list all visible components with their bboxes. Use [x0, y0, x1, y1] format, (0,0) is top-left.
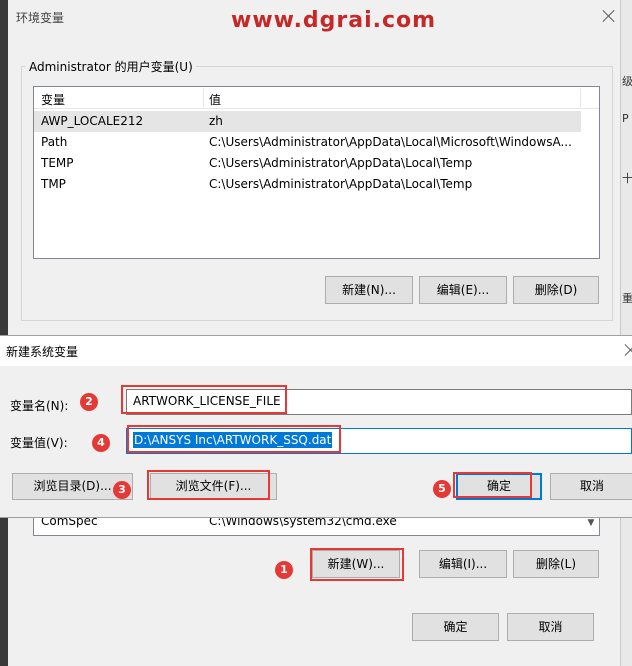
parent-window-edge	[620, 0, 632, 666]
env-cancel-button[interactable]: 取消	[507, 613, 594, 641]
highlight-box	[121, 385, 287, 414]
table-row[interactable]: TEMP C:\Users\Administrator\AppData\Loca…	[34, 153, 599, 174]
table-row[interactable]: AWP_LOCALE212 zh	[34, 111, 581, 132]
step-badge-1: 1	[275, 561, 293, 579]
user-vars-list-header: 变量 值	[34, 87, 599, 109]
highlight-box	[453, 472, 532, 498]
highlight-box	[127, 425, 341, 453]
column-header-value[interactable]: 值	[209, 91, 221, 108]
dialog-title: 新建系统变量	[6, 345, 79, 359]
side-text-1: 级	[622, 75, 632, 88]
env-ok-button[interactable]: 确定	[412, 613, 499, 641]
side-text-2: P	[622, 112, 629, 125]
row-value: C:\Users\Administrator\AppData\Local\Tem…	[209, 156, 473, 170]
row-name: AWP_LOCALE212	[41, 114, 144, 128]
user-new-button[interactable]: 新建(N)...	[325, 276, 413, 304]
column-separator	[203, 89, 204, 107]
close-icon[interactable]	[624, 343, 632, 357]
close-icon[interactable]	[602, 9, 616, 23]
column-separator	[580, 89, 581, 107]
row-name: TMP	[41, 177, 66, 191]
table-row[interactable]: Path C:\Users\Administrator\AppData\Loca…	[34, 132, 599, 153]
dialog-cancel-button[interactable]: 取消	[550, 473, 632, 500]
dialog-title-bar	[0, 336, 632, 366]
user-vars-group-label: Administrator 的用户变量(U)	[26, 58, 196, 75]
row-value: zh	[209, 114, 223, 128]
env-window-title: 环境变量	[16, 11, 65, 25]
step-badge-4: 4	[92, 434, 110, 452]
variable-name-label: 变量名(N):	[10, 399, 69, 413]
scroll-down-icon[interactable]: ▼	[584, 516, 598, 530]
watermark: www.dgrai.com	[231, 8, 437, 33]
step-badge-2: 2	[80, 393, 98, 411]
step-badge-5: 5	[433, 480, 451, 498]
row-name: Path	[41, 135, 68, 149]
system-delete-button[interactable]: 删除(L)	[513, 550, 599, 578]
table-row[interactable]: TMP C:\Users\Administrator\AppData\Local…	[34, 174, 599, 195]
variable-value-label: 变量值(V):	[10, 436, 68, 450]
highlight-box	[147, 470, 270, 500]
column-header-variable[interactable]: 变量	[41, 91, 65, 108]
row-value: C:\Users\Administrator\AppData\Local\Tem…	[209, 177, 473, 191]
user-delete-button[interactable]: 删除(D)	[513, 276, 599, 304]
user-vars-list[interactable]: 变量 值 AWP_LOCALE212 zh Path C:\Users\Admi…	[33, 86, 600, 259]
side-text-4: 重	[622, 292, 632, 305]
user-edit-button[interactable]: 编辑(E)...	[419, 276, 507, 304]
side-text-3: 十	[622, 172, 632, 185]
highlight-box	[310, 548, 404, 581]
row-value: C:\Users\Administrator\AppData\Local\Mic…	[209, 135, 572, 149]
system-edit-button[interactable]: 编辑(I)...	[419, 550, 507, 578]
desktop-background	[0, 0, 8, 666]
step-badge-3: 3	[113, 481, 131, 499]
row-name: TEMP	[41, 156, 74, 170]
